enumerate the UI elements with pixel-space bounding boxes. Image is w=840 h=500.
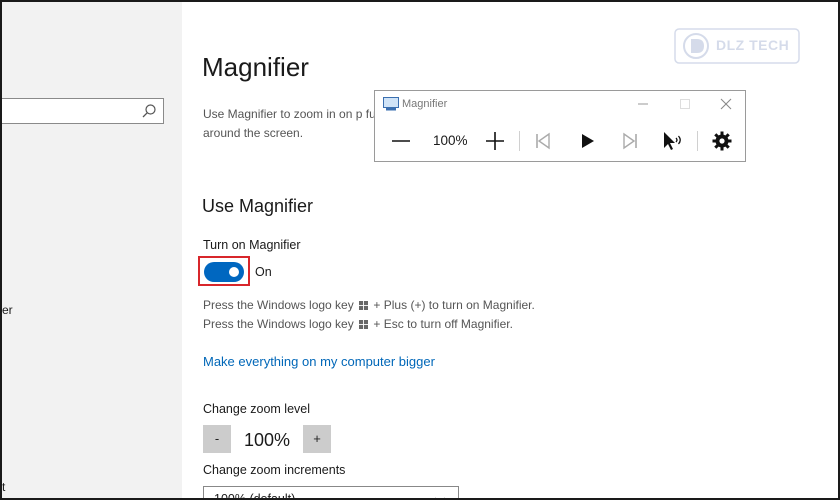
toggle-state-label: On bbox=[255, 265, 272, 279]
section-title: Use Magnifier bbox=[202, 196, 314, 216]
magnifier-toggle[interactable] bbox=[204, 262, 244, 282]
windows-logo-icon bbox=[359, 301, 369, 310]
settings-icon bbox=[712, 131, 732, 151]
settings-window: er t Magnifier Use Magnifier to zoom in … bbox=[0, 0, 840, 500]
zoom-level-label: Change zoom level bbox=[203, 402, 311, 416]
watermark-logo: DLZ TECH bbox=[674, 28, 800, 64]
zoom-increase-button[interactable]: + bbox=[303, 425, 331, 453]
zoom-out-button[interactable] bbox=[387, 127, 415, 155]
turn-on-magnifier-label: Turn on Magnifier bbox=[203, 238, 301, 252]
magnifier-toolbar: 100% bbox=[375, 127, 745, 157]
hint-text: Press the Windows logo key bbox=[203, 298, 354, 312]
maximize-icon[interactable] bbox=[676, 95, 694, 113]
hint-text: + Plus (+) to turn on Magnifier. bbox=[373, 298, 535, 312]
select-value: 100% (default) bbox=[214, 492, 296, 500]
hint-turn-on: Press the Windows logo key + Plus (+) to… bbox=[203, 298, 535, 312]
minimize-icon[interactable] bbox=[634, 95, 652, 113]
read-from-here-icon bbox=[664, 132, 681, 150]
watermark-text: DLZ TECH bbox=[716, 37, 790, 53]
zoom-in-icon bbox=[486, 132, 504, 150]
magnifier-zoom-value: 100% bbox=[433, 133, 468, 148]
zoom-level-value: 100% bbox=[244, 430, 291, 450]
toggle-knob bbox=[229, 267, 239, 277]
previous-icon bbox=[536, 132, 550, 150]
make-everything-bigger-link[interactable]: Make everything on my computer bigger bbox=[203, 354, 435, 369]
zoom-in-button[interactable] bbox=[481, 127, 509, 155]
windows-logo-icon bbox=[359, 320, 369, 329]
zoom-increments-label: Change zoom increments bbox=[203, 463, 346, 477]
sidebar-item-label[interactable]: t bbox=[2, 480, 5, 494]
zoom-out-icon bbox=[392, 140, 410, 142]
toolbar-separator bbox=[697, 131, 698, 151]
sidebar: er t bbox=[2, 2, 182, 498]
hint-text: Press the Windows logo key bbox=[203, 317, 354, 331]
magnifier-app-icon bbox=[383, 97, 399, 111]
page-title: Magnifier bbox=[202, 52, 309, 82]
sidebar-item-label[interactable]: er bbox=[2, 303, 13, 317]
previous-button[interactable] bbox=[529, 127, 557, 155]
search-icon bbox=[142, 104, 156, 118]
close-icon[interactable] bbox=[717, 95, 735, 113]
hint-text: + Esc to turn off Magnifier. bbox=[373, 317, 513, 331]
next-button[interactable] bbox=[616, 127, 644, 155]
read-from-here-button[interactable] bbox=[659, 127, 687, 155]
play-button[interactable] bbox=[573, 127, 601, 155]
hint-turn-off: Press the Windows logo key + Esc to turn… bbox=[203, 317, 513, 331]
magnifier-window: Magnifier 100% bbox=[374, 90, 746, 162]
magnifier-titlebar[interactable]: Magnifier bbox=[375, 91, 745, 117]
toolbar-separator bbox=[519, 131, 520, 151]
zoom-decrease-button[interactable]: - bbox=[203, 425, 231, 453]
chevron-down-icon bbox=[435, 497, 445, 498]
next-icon bbox=[623, 132, 637, 150]
magnifier-title: Magnifier bbox=[402, 98, 448, 110]
zoom-increments-select[interactable]: 100% (default) bbox=[203, 486, 459, 500]
search-input[interactable] bbox=[2, 98, 164, 124]
settings-button[interactable] bbox=[708, 127, 736, 155]
play-icon bbox=[582, 134, 594, 148]
